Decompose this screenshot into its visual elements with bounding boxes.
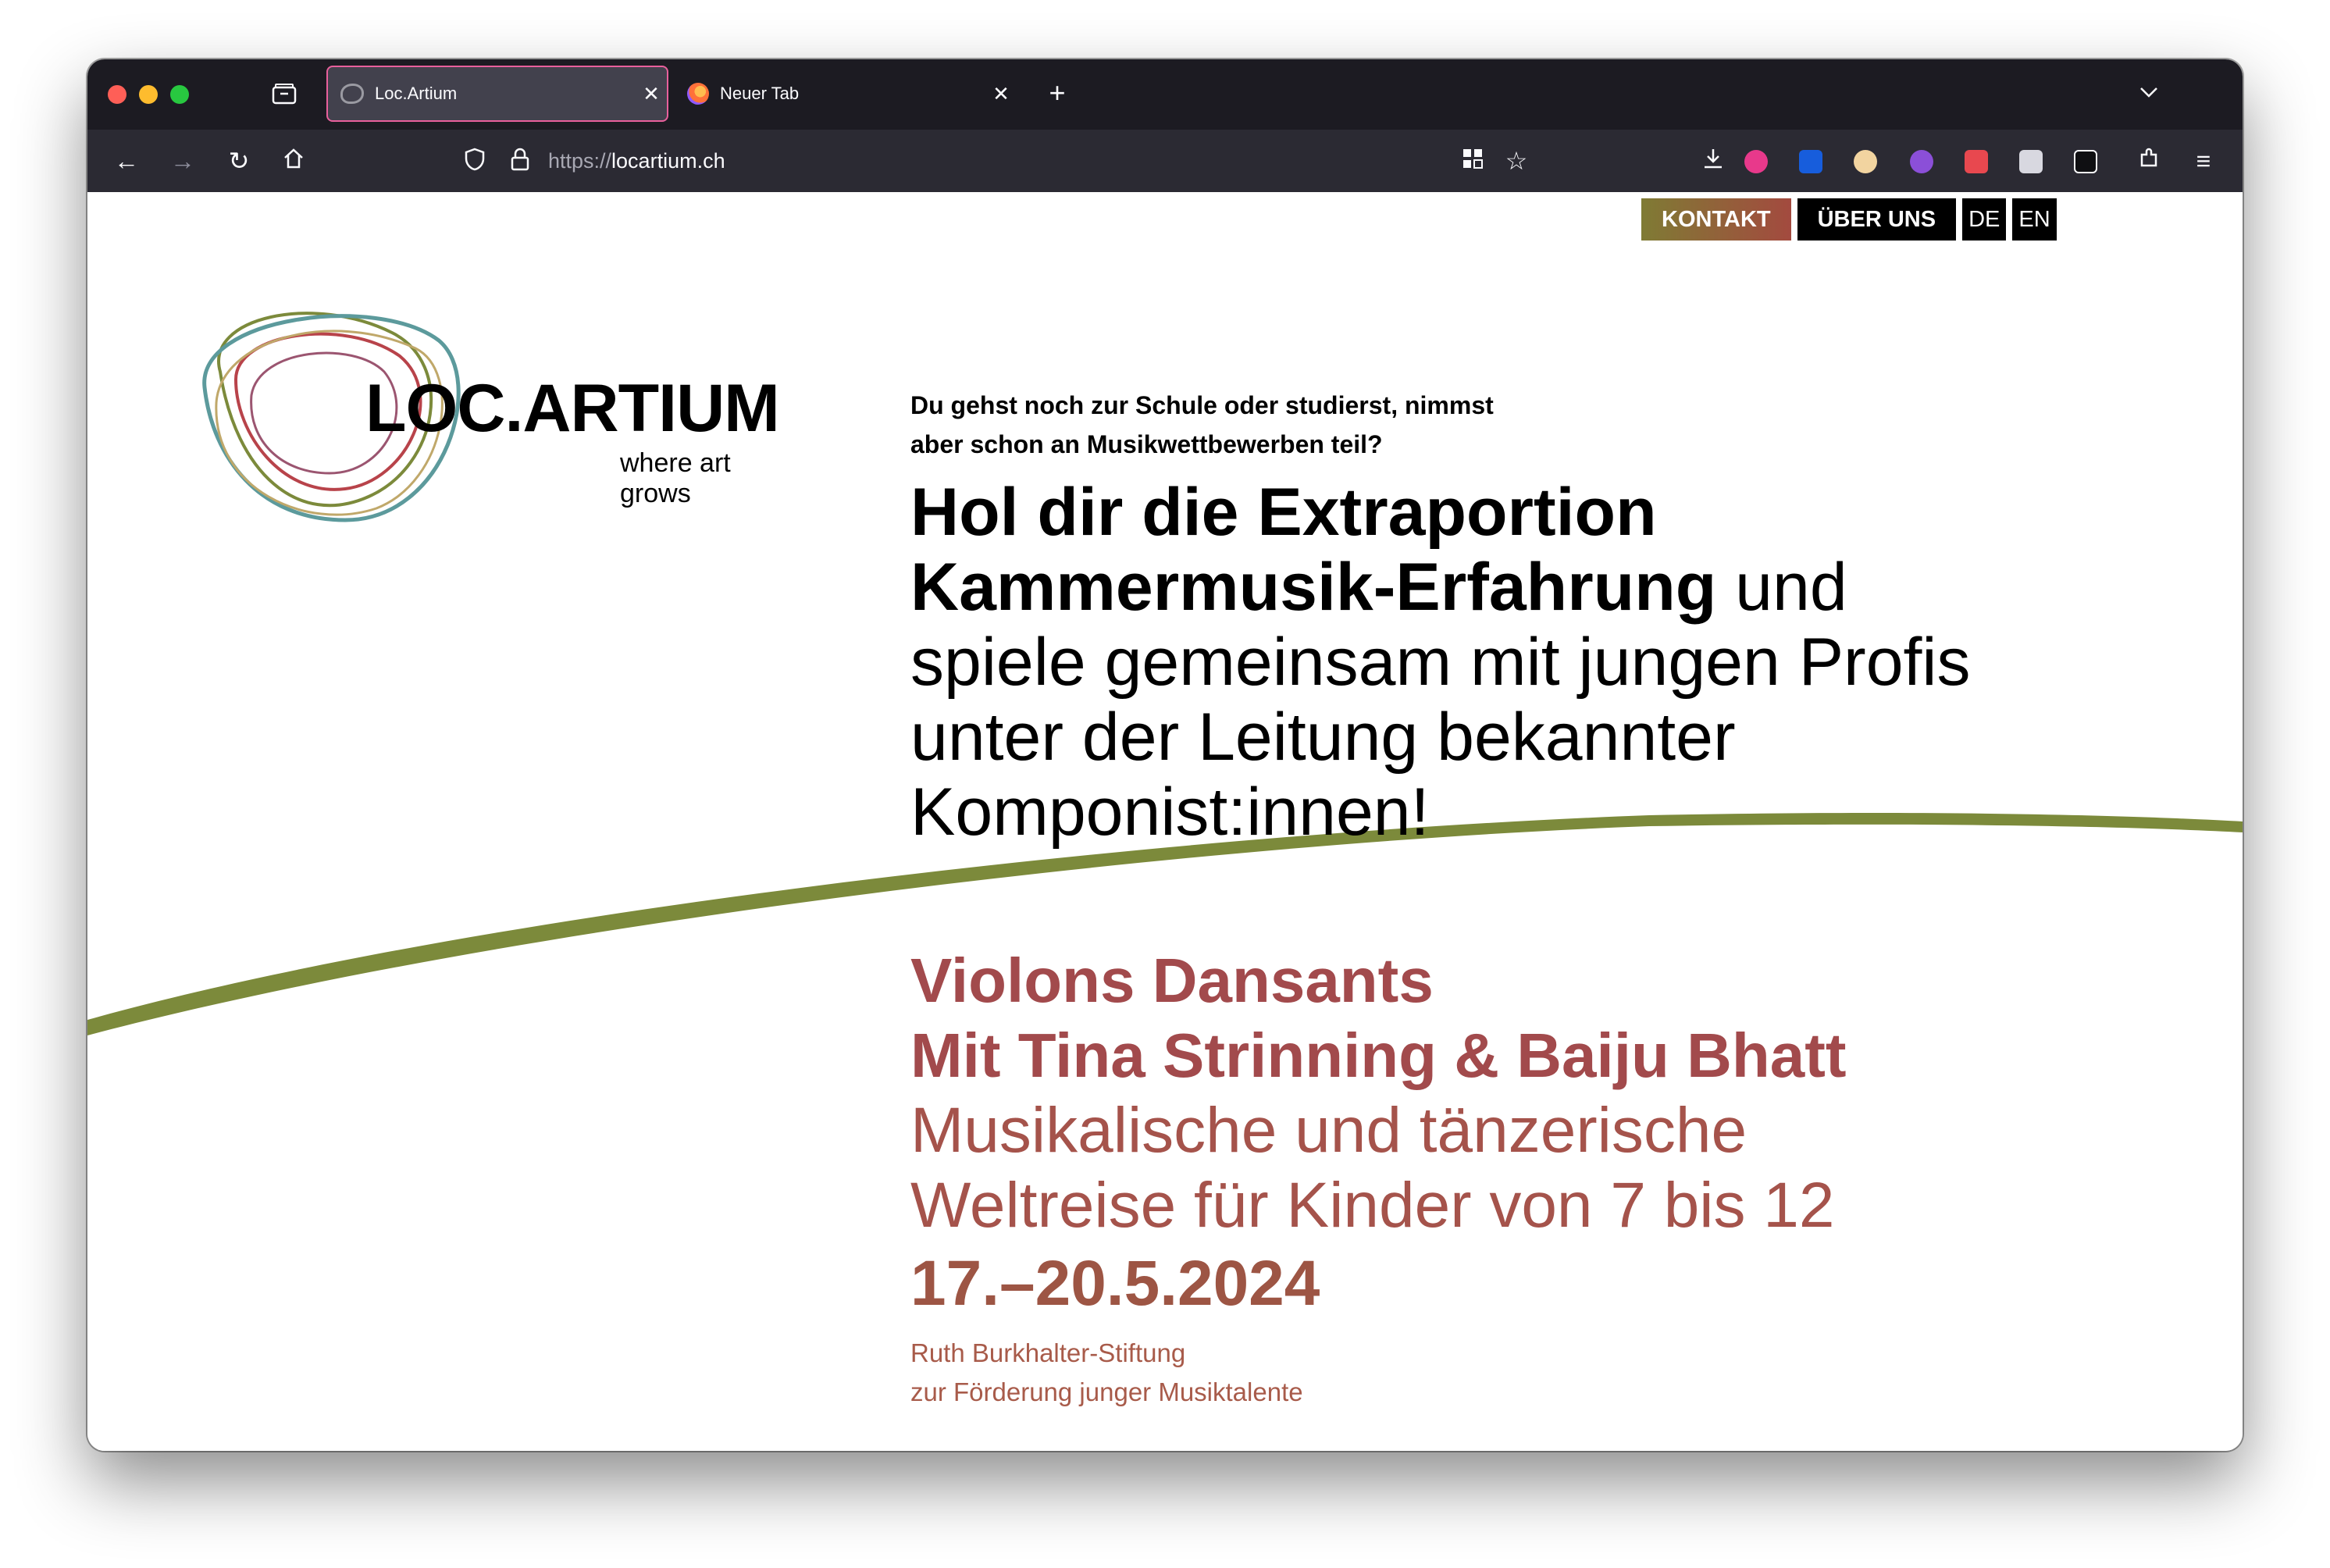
site-logo[interactable]: LOC.ARTIUM where art grows [189,286,780,536]
site-favicon-icon [340,84,364,104]
extension-red-icon[interactable] [1965,150,1988,173]
intro-line: Du gehst noch zur Schule oder studierst,… [910,391,1494,419]
grid-icon[interactable] [1457,147,1488,176]
event-subtitle: Musikalische und tänzerische [910,1095,1748,1166]
headline-text: spiele gemeinsam mit jungen Profis [910,625,1971,700]
tab-loc-artium[interactable]: Loc.Artium ✕ [326,66,668,122]
headline-text: unter der Leitung bekannter [910,700,1736,775]
home-icon[interactable] [278,147,309,176]
logo-wordmark: LOC.ARTIUM [365,371,780,446]
shield-icon[interactable] [459,147,490,177]
hero-headline: Hol dir die Extraportion Kammermusik-Erf… [910,475,2129,850]
tab-title: Loc.Artium [375,84,458,103]
url-protocol: https:// [548,149,612,173]
kontakt-link[interactable]: KONTAKT [1641,198,1791,241]
extension-pocket-icon[interactable] [1744,150,1768,173]
event-subtitle: Weltreise für Kinder von 7 bis 12 [910,1170,1835,1241]
intro-line: aber schon an Musikwettbewerben teil? [910,430,1383,458]
address-bar[interactable]: https://locartium.ch [548,147,725,175]
lock-icon[interactable] [504,147,536,177]
star-icon[interactable]: ☆ [1501,147,1532,175]
navigation-bar: ← → ↻ https://locartium.ch ☆ ≡ [87,130,2243,192]
tab-title: Neuer Tab [720,84,800,103]
new-tab-icon[interactable]: + [1042,79,1073,107]
event-organizer: Ruth Burkhalter-Stiftung zur Förderung j… [910,1334,2160,1412]
forward-icon[interactable]: → [167,147,198,175]
headline-text: und [1716,550,1847,625]
extensions-icon[interactable] [2133,147,2164,176]
organizer-line: Ruth Burkhalter-Stiftung [910,1338,1186,1367]
headline-bold: Hol dir die Extraportion [910,475,1657,550]
menu-icon[interactable]: ≡ [2188,147,2219,175]
minimize-window-button[interactable] [139,85,158,104]
back-icon[interactable]: ← [111,147,142,175]
language-de-link[interactable]: DE [1962,198,2007,241]
headline-text: Komponist:innen! [910,775,1430,850]
event-date: 17.–20.5.2024 [910,1248,1320,1319]
tab-neuer-tab[interactable]: Neuer Tab ✕ [675,66,1017,122]
zoom-window-button[interactable] [170,85,189,104]
close-window-button[interactable] [108,85,126,104]
url-host: locartium.ch [611,149,725,173]
extension-blocks-icon[interactable] [2019,150,2043,173]
language-en-link[interactable]: EN [2012,198,2057,241]
top-navigation: KONTAKT ÜBER UNS DE EN [1641,198,2057,241]
event-artists: Mit Tina Strinning & Baiju Bhatt [910,1021,1847,1090]
headline-bold: Kammermusik-Erfahrung [910,550,1717,625]
logo-tagline: where art grows [620,448,731,508]
organizer-line: zur Förderung junger Musiktalente [910,1377,1303,1406]
event-title: Violons Dansants [910,946,1434,1015]
hero-intro: Du gehst noch zur Schule oder studierst,… [910,386,1613,464]
chevron-down-icon[interactable] [2133,81,2164,105]
extension-bitwarden-icon[interactable] [1799,150,1822,173]
tab-overview-icon[interactable] [269,83,300,111]
download-icon[interactable] [1698,147,1729,176]
browser-window: Loc.Artium ✕ Neuer Tab ✕ + ← → ↻ https:/… [87,59,2243,1451]
close-tab-icon[interactable]: ✕ [985,82,1017,106]
extension-eye-icon[interactable] [1854,150,1877,173]
ueber-uns-link[interactable]: ÜBER UNS [1797,198,1957,241]
reload-icon[interactable]: ↻ [223,147,255,175]
event-teaser[interactable]: Violons Dansants Mit Tina Strinning & Ba… [910,943,2160,1412]
tab-bar: Loc.Artium ✕ Neuer Tab ✕ + [87,59,2243,130]
close-tab-icon[interactable]: ✕ [636,82,667,106]
web-page: KONTAKT ÜBER UNS DE EN LOC.ARTIUM where … [87,192,2243,1451]
extension-snowflake-icon[interactable] [1910,150,1933,173]
extension-comment-icon[interactable] [2074,150,2097,173]
firefox-icon [687,83,709,105]
